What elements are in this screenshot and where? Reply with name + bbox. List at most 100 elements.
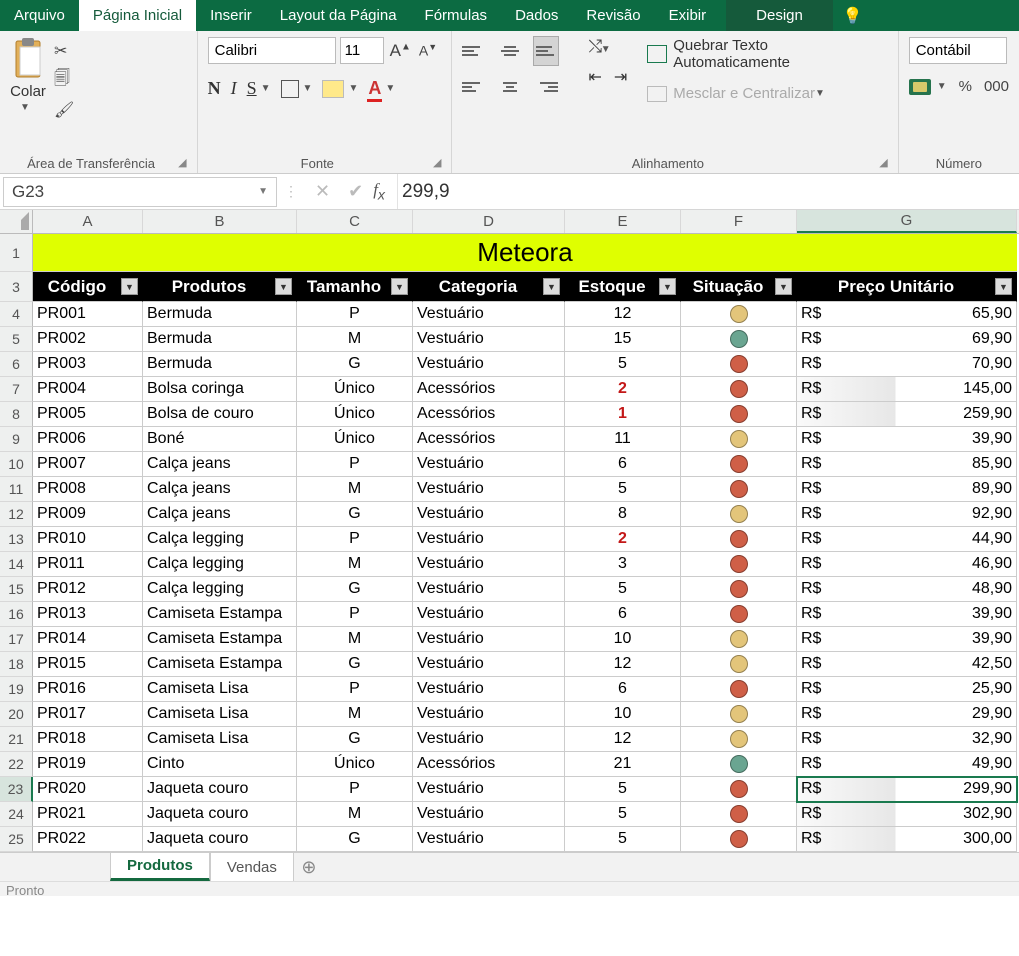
row-header[interactable]: 24 — [0, 802, 33, 827]
cell[interactable]: PR014 — [33, 627, 143, 652]
cell-price[interactable]: R$69,90 — [797, 327, 1017, 352]
fill-dd-icon[interactable]: ▼ — [348, 83, 358, 94]
cell-price[interactable]: R$70,90 — [797, 352, 1017, 377]
cell[interactable]: 8 — [565, 502, 681, 527]
bold-button[interactable]: N — [208, 78, 221, 99]
tab-revisao[interactable]: Revisão — [572, 0, 654, 31]
row-header[interactable]: 12 — [0, 502, 33, 527]
cell[interactable] — [681, 827, 797, 852]
title-cell[interactable]: Meteora — [33, 234, 1017, 272]
number-format-input[interactable] — [909, 37, 1007, 64]
cell[interactable]: P — [297, 527, 413, 552]
cell[interactable]: 5 — [565, 827, 681, 852]
cell[interactable]: Vestuário — [413, 527, 565, 552]
row-header[interactable]: 5 — [0, 327, 33, 352]
new-sheet-button[interactable]: ⊕ — [294, 857, 324, 878]
cell[interactable]: 1 — [565, 402, 681, 427]
cell[interactable]: Bermuda — [143, 327, 297, 352]
cell[interactable]: Camiseta Estampa — [143, 652, 297, 677]
row-header[interactable]: 23 — [0, 777, 33, 802]
row-header[interactable]: 20 — [0, 702, 33, 727]
cell[interactable]: G — [297, 352, 413, 377]
copy-icon[interactable]: 🗐 — [54, 67, 74, 94]
cancel-formula-icon[interactable]: ✕ — [315, 181, 330, 202]
cell[interactable]: Boné — [143, 427, 297, 452]
cell[interactable]: M — [297, 552, 413, 577]
row-header[interactable]: 22 — [0, 752, 33, 777]
cell-price[interactable]: R$39,90 — [797, 602, 1017, 627]
row-header-1[interactable]: 1 — [0, 234, 33, 272]
cell[interactable]: PR009 — [33, 502, 143, 527]
cell[interactable]: PR002 — [33, 327, 143, 352]
row-header[interactable]: 25 — [0, 827, 33, 852]
font-color-button[interactable]: A — [368, 78, 381, 99]
cell[interactable]: Camiseta Lisa — [143, 727, 297, 752]
fill-color-button[interactable] — [322, 80, 344, 98]
merge-center-button[interactable]: Mesclar e Centralizar ▼ — [647, 85, 887, 102]
cell[interactable]: Vestuário — [413, 302, 565, 327]
cell[interactable]: Jaqueta couro — [143, 827, 297, 852]
cell[interactable]: PR006 — [33, 427, 143, 452]
cell[interactable] — [681, 402, 797, 427]
cell[interactable] — [681, 752, 797, 777]
cell[interactable]: Calça jeans — [143, 477, 297, 502]
cell[interactable]: Vestuário — [413, 652, 565, 677]
cell[interactable]: PR015 — [33, 652, 143, 677]
header-tamanho[interactable]: Tamanho▼ — [297, 272, 413, 302]
cell[interactable]: P — [297, 677, 413, 702]
cell[interactable]: Acessórios — [413, 402, 565, 427]
borders-dd-icon[interactable]: ▼ — [303, 83, 313, 94]
header-codigo[interactable]: Código▼ — [33, 272, 143, 302]
cell[interactable]: Calça legging — [143, 527, 297, 552]
cell[interactable]: 5 — [565, 777, 681, 802]
col-header-G[interactable]: G — [797, 210, 1017, 233]
fx-icon[interactable]: fx — [373, 180, 397, 203]
cell[interactable]: 2 — [565, 527, 681, 552]
cell[interactable]: Camiseta Estampa — [143, 627, 297, 652]
cell-price[interactable]: R$32,90 — [797, 727, 1017, 752]
cell[interactable]: Bolsa de couro — [143, 402, 297, 427]
tab-arquivo[interactable]: Arquivo — [0, 0, 79, 31]
cell[interactable] — [681, 602, 797, 627]
cell[interactable] — [681, 477, 797, 502]
cell[interactable]: M — [297, 627, 413, 652]
row-header[interactable]: 11 — [0, 477, 33, 502]
cell[interactable]: Acessórios — [413, 377, 565, 402]
cell[interactable]: Camiseta Estampa — [143, 602, 297, 627]
cell[interactable] — [681, 627, 797, 652]
cell[interactable]: 12 — [565, 302, 681, 327]
cell[interactable]: Vestuário — [413, 477, 565, 502]
cell[interactable]: Único — [297, 752, 413, 777]
tell-me[interactable]: 💡 — [833, 0, 877, 31]
cell-price[interactable]: R$89,90 — [797, 477, 1017, 502]
cell[interactable]: Bolsa coringa — [143, 377, 297, 402]
cell[interactable] — [681, 327, 797, 352]
cell-price[interactable]: R$65,90 — [797, 302, 1017, 327]
cell[interactable]: Único — [297, 427, 413, 452]
row-header[interactable]: 14 — [0, 552, 33, 577]
cell[interactable]: Acessórios — [413, 752, 565, 777]
cell[interactable]: M — [297, 477, 413, 502]
row-header[interactable]: 18 — [0, 652, 33, 677]
cell[interactable]: 10 — [565, 627, 681, 652]
col-header-A[interactable]: A — [33, 210, 143, 233]
tab-dados[interactable]: Dados — [501, 0, 572, 31]
cell[interactable] — [681, 302, 797, 327]
cell[interactable] — [681, 677, 797, 702]
row-header[interactable]: 7 — [0, 377, 33, 402]
cell[interactable]: PR012 — [33, 577, 143, 602]
cell-price[interactable]: R$44,90 — [797, 527, 1017, 552]
cell[interactable]: Vestuário — [413, 727, 565, 752]
row-header[interactable]: 21 — [0, 727, 33, 752]
font-launcher-icon[interactable]: ◢ — [433, 156, 441, 169]
cell[interactable]: 6 — [565, 677, 681, 702]
underline-dd-icon[interactable]: ▼ — [261, 83, 271, 94]
cell[interactable]: PR022 — [33, 827, 143, 852]
cell[interactable]: 11 — [565, 427, 681, 452]
cell[interactable]: Acessórios — [413, 427, 565, 452]
name-box[interactable]: G23 ▼ — [3, 177, 277, 207]
cell[interactable]: Vestuário — [413, 802, 565, 827]
align-bottom-icon[interactable] — [534, 37, 558, 65]
cell[interactable]: M — [297, 327, 413, 352]
cell[interactable]: Jaqueta couro — [143, 802, 297, 827]
